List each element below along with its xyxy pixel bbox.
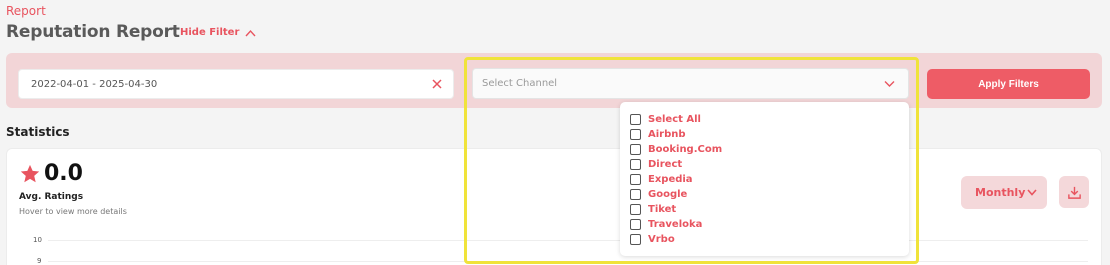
date-range-field[interactable]: 2022-04-01 - 2025-04-30 bbox=[18, 69, 454, 99]
grid-line bbox=[48, 240, 1088, 241]
page-title: Reputation Report bbox=[6, 22, 180, 42]
channel-option-label: Select All bbox=[648, 114, 701, 125]
channel-option[interactable]: Vrbo bbox=[630, 232, 909, 247]
hide-filter-toggle[interactable]: Hide Filter bbox=[180, 27, 256, 38]
channel-option-select-all[interactable]: Select All bbox=[630, 112, 909, 127]
statistics-card bbox=[6, 148, 1102, 265]
checkbox[interactable] bbox=[630, 204, 641, 215]
channel-option-label: Booking.Com bbox=[648, 144, 723, 155]
y-tick-label: 9 bbox=[37, 257, 42, 265]
chevron-up-icon bbox=[245, 29, 256, 36]
download-button[interactable] bbox=[1059, 176, 1089, 208]
channel-option-label: Airbnb bbox=[648, 129, 686, 140]
channel-option[interactable]: Direct bbox=[630, 157, 909, 172]
checkbox[interactable] bbox=[630, 129, 641, 140]
period-select[interactable]: Monthly bbox=[961, 176, 1047, 209]
apply-filters-button[interactable]: Apply Filters bbox=[927, 69, 1090, 99]
channel-select[interactable]: Select Channel bbox=[472, 68, 909, 99]
y-tick-label: 10 bbox=[33, 236, 42, 244]
channel-option[interactable]: Booking.Com bbox=[630, 142, 909, 157]
checkbox[interactable] bbox=[630, 219, 641, 230]
channel-option-label: Tiket bbox=[648, 204, 677, 215]
period-select-value: Monthly bbox=[975, 186, 1026, 199]
channel-option[interactable]: Airbnb bbox=[630, 127, 909, 142]
avg-ratings-label: Avg. Ratings bbox=[19, 192, 84, 202]
close-icon[interactable] bbox=[431, 78, 443, 90]
channel-option[interactable]: Traveloka bbox=[630, 217, 909, 232]
channel-select-placeholder: Select Channel bbox=[482, 78, 558, 89]
hide-filter-label: Hide Filter bbox=[180, 27, 240, 38]
channel-option-label: Google bbox=[648, 189, 688, 200]
statistics-heading: Statistics bbox=[6, 125, 70, 139]
chevron-down-icon bbox=[1027, 189, 1037, 196]
grid-line bbox=[48, 261, 1088, 262]
breadcrumb[interactable]: Report bbox=[6, 4, 46, 18]
checkbox[interactable] bbox=[630, 189, 641, 200]
rating-value: 0.0 bbox=[44, 161, 83, 186]
hover-hint: Hover to view more details bbox=[19, 207, 127, 216]
date-range-value: 2022-04-01 - 2025-04-30 bbox=[31, 78, 158, 90]
channel-option[interactable]: Expedia bbox=[630, 172, 909, 187]
channel-option[interactable]: Tiket bbox=[630, 202, 909, 217]
checkbox[interactable] bbox=[630, 234, 641, 245]
channel-option-label: Vrbo bbox=[648, 234, 675, 245]
channel-option-label: Expedia bbox=[648, 174, 693, 185]
star-icon bbox=[20, 164, 40, 182]
channel-option-label: Traveloka bbox=[648, 219, 703, 230]
checkbox[interactable] bbox=[630, 174, 641, 185]
checkbox[interactable] bbox=[630, 114, 641, 125]
checkbox[interactable] bbox=[630, 144, 641, 155]
channel-dropdown-menu: Select All Airbnb Booking.Com Direct Expedia… bbox=[620, 102, 909, 256]
avg-rating: 0.0 bbox=[19, 161, 83, 186]
download-icon bbox=[1067, 186, 1081, 199]
checkbox[interactable] bbox=[630, 159, 641, 170]
chevron-down-icon bbox=[884, 81, 895, 87]
channel-option-label: Direct bbox=[648, 159, 683, 170]
channel-option[interactable]: Google bbox=[630, 187, 909, 202]
